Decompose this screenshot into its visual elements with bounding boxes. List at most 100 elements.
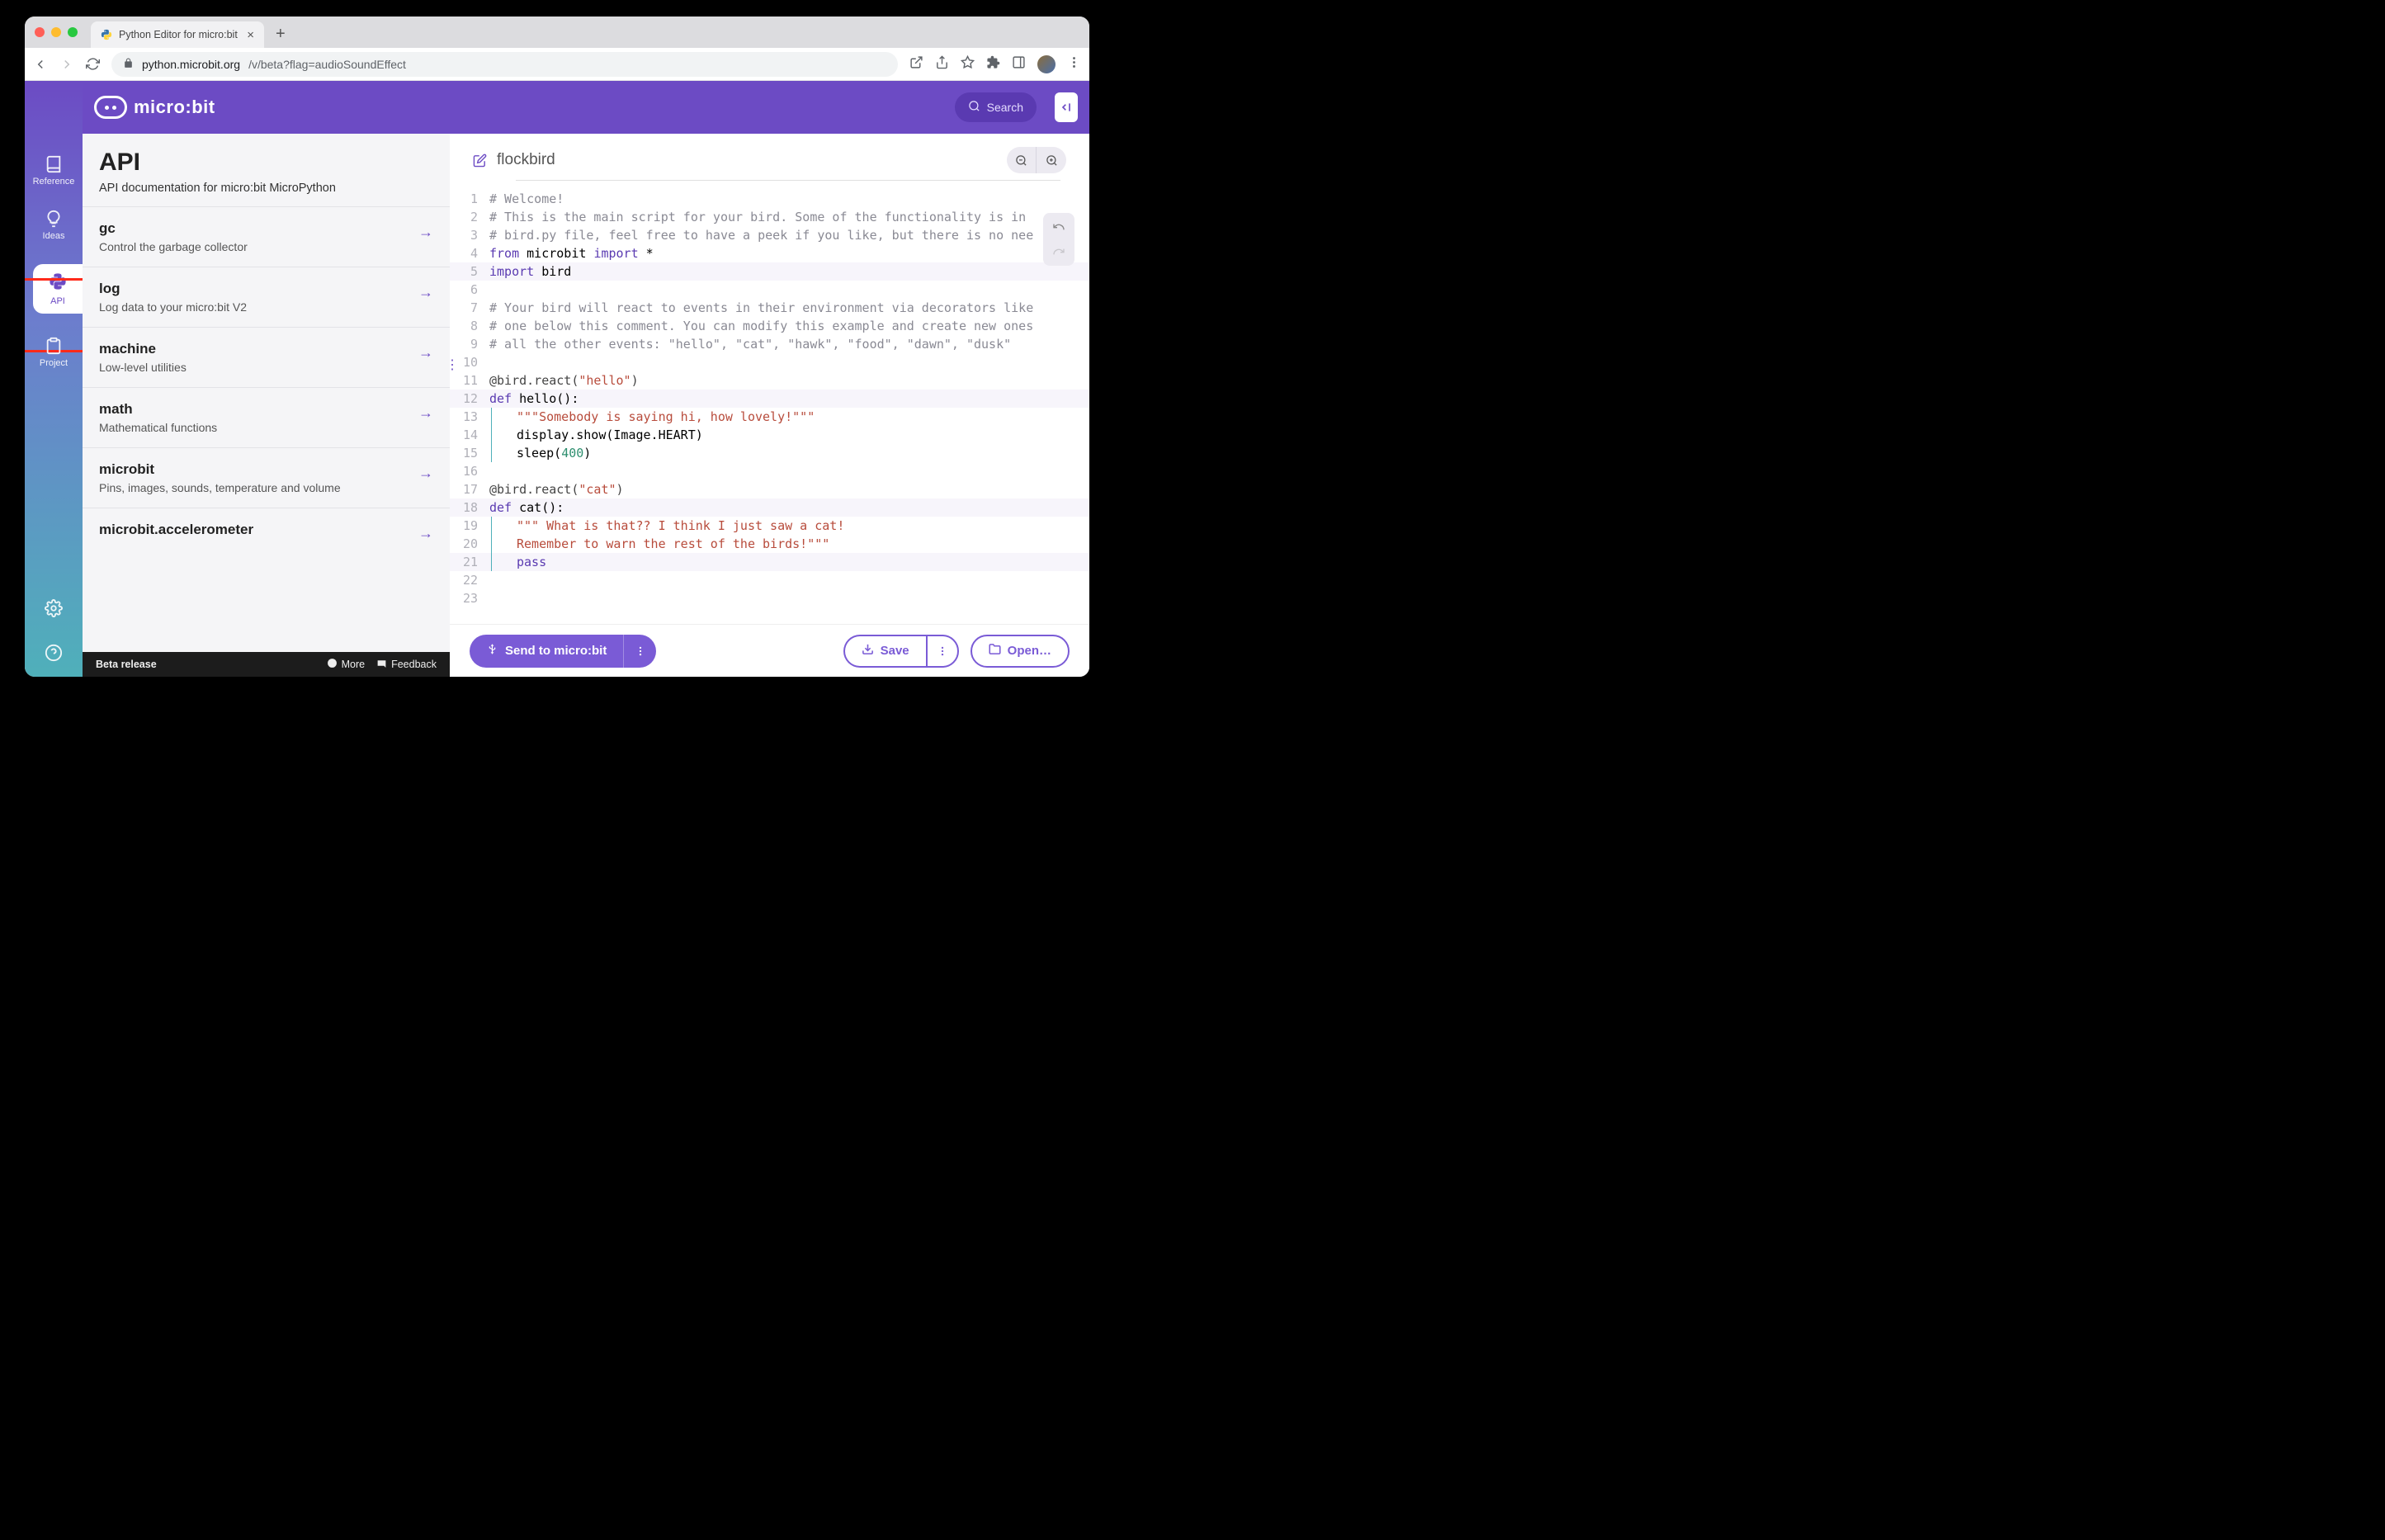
more-link[interactable]: More bbox=[327, 658, 365, 671]
rail-label: Project bbox=[40, 358, 68, 368]
api-item[interactable]: microbit.accelerometer→ bbox=[83, 508, 450, 551]
menu-icon[interactable] bbox=[1067, 55, 1081, 73]
code-line: 14display.show(Image.HEART) bbox=[450, 426, 1089, 444]
zoom-out-button[interactable] bbox=[1007, 147, 1037, 173]
address-bar[interactable]: python.microbit.org/v/beta?flag=audioSou… bbox=[111, 52, 898, 77]
code-line: 7# Your bird will react to events in the… bbox=[450, 299, 1089, 317]
edit-icon bbox=[473, 154, 487, 168]
arrow-right-icon: → bbox=[418, 284, 433, 301]
code-line: 6 bbox=[450, 281, 1089, 299]
open-external-icon[interactable] bbox=[909, 55, 923, 73]
api-item[interactable]: gcControl the garbage collector→ bbox=[83, 206, 450, 267]
open-button[interactable]: Open… bbox=[971, 635, 1070, 668]
api-item-name: log bbox=[99, 281, 433, 297]
bookmark-icon[interactable] bbox=[961, 55, 975, 73]
toolbar: python.microbit.org/v/beta?flag=audioSou… bbox=[25, 48, 1089, 81]
python-favicon-icon bbox=[101, 29, 112, 40]
project-name: flockbird bbox=[497, 151, 555, 169]
search-icon bbox=[968, 100, 980, 115]
panel-title: API bbox=[99, 149, 433, 177]
code-line: 8# one below this comment. You can modif… bbox=[450, 317, 1089, 335]
back-button[interactable] bbox=[33, 57, 48, 72]
code-line: 3# bird.py file, feel free to have a pee… bbox=[450, 226, 1089, 244]
code-line: 15sleep(400) bbox=[450, 444, 1089, 462]
rail-label: API bbox=[50, 296, 65, 306]
save-button-group: Save bbox=[843, 635, 959, 668]
redo-button[interactable] bbox=[1046, 241, 1071, 262]
sidebar-rail: Reference Ideas API Project bbox=[25, 81, 83, 677]
share-icon[interactable] bbox=[935, 55, 949, 73]
beta-bar: Beta release More Feedback bbox=[83, 652, 450, 677]
project-name-field[interactable]: flockbird bbox=[473, 151, 555, 169]
arrow-right-icon: → bbox=[418, 344, 433, 361]
send-button[interactable]: Send to micro:bit bbox=[470, 635, 623, 668]
usb-icon bbox=[486, 643, 498, 659]
forward-button[interactable] bbox=[59, 57, 74, 72]
api-item-name: microbit.accelerometer bbox=[99, 522, 433, 538]
bottom-bar: Send to micro:bit Save bbox=[450, 624, 1089, 677]
profile-avatar[interactable] bbox=[1037, 55, 1056, 73]
panel-subtitle: API documentation for micro:bit MicroPyt… bbox=[99, 182, 433, 195]
code-line: 4from microbit import * bbox=[450, 244, 1089, 262]
rail-item-api[interactable]: API bbox=[33, 264, 83, 314]
api-item[interactable]: microbitPins, images, sounds, temperatur… bbox=[83, 447, 450, 508]
zoom-in-button[interactable] bbox=[1037, 147, 1066, 173]
code-line: 23 bbox=[450, 589, 1089, 607]
api-item-name: gc bbox=[99, 220, 433, 237]
close-window-icon[interactable] bbox=[35, 27, 45, 37]
collapse-sidebar-button[interactable] bbox=[1055, 92, 1078, 122]
close-tab-icon[interactable]: × bbox=[247, 28, 254, 42]
info-icon bbox=[327, 658, 338, 671]
browser-window: Python Editor for micro:bit × + python.m… bbox=[25, 17, 1089, 677]
zoom-controls bbox=[1007, 147, 1066, 173]
app: micro:bit Search Reference Ideas bbox=[25, 81, 1089, 677]
send-menu-button[interactable] bbox=[623, 635, 656, 668]
code-line: 18def cat(): bbox=[450, 498, 1089, 517]
code-editor[interactable]: 1# Welcome!2# This is the main script fo… bbox=[450, 187, 1089, 624]
maximize-window-icon[interactable] bbox=[68, 27, 78, 37]
microbit-chip-icon bbox=[94, 96, 127, 119]
save-button[interactable]: Save bbox=[843, 635, 926, 668]
arrow-right-icon: → bbox=[418, 465, 433, 482]
minimize-window-icon[interactable] bbox=[51, 27, 61, 37]
rail-item-reference[interactable]: Reference bbox=[33, 155, 75, 187]
rail-label: Ideas bbox=[43, 231, 65, 241]
browser-tab[interactable]: Python Editor for micro:bit × bbox=[91, 21, 264, 48]
api-panel: API API documentation for micro:bit Micr… bbox=[83, 134, 450, 677]
code-line: 10 bbox=[450, 353, 1089, 371]
api-item-name: machine bbox=[99, 341, 433, 357]
code-line: 20Remember to warn the rest of the birds… bbox=[450, 535, 1089, 553]
save-menu-button[interactable] bbox=[926, 635, 959, 668]
code-line: 11@bird.react("hello") bbox=[450, 371, 1089, 390]
logo[interactable]: micro:bit bbox=[94, 96, 215, 119]
folder-icon bbox=[989, 643, 1001, 659]
panel-resize-handle[interactable]: ⋮ bbox=[446, 357, 459, 373]
search-button[interactable]: Search bbox=[955, 92, 1037, 122]
extensions-icon[interactable] bbox=[986, 55, 1000, 73]
reload-button[interactable] bbox=[86, 57, 100, 71]
brand-text: micro:bit bbox=[134, 97, 215, 118]
api-list: gcControl the garbage collector→logLog d… bbox=[83, 206, 450, 652]
api-item[interactable]: mathMathematical functions→ bbox=[83, 387, 450, 447]
code-line: 1# Welcome! bbox=[450, 190, 1089, 208]
send-button-group: Send to micro:bit bbox=[470, 635, 656, 668]
titlebar: Python Editor for micro:bit × + bbox=[25, 17, 1089, 48]
arrow-right-icon: → bbox=[418, 404, 433, 422]
rail-item-settings[interactable] bbox=[45, 599, 63, 617]
api-item[interactable]: machine Low-level utilities→ bbox=[83, 327, 450, 387]
api-item[interactable]: logLog data to your micro:bit V2→ bbox=[83, 267, 450, 327]
api-item-desc: Low-level utilities bbox=[99, 361, 433, 374]
code-line: 17@bird.react("cat") bbox=[450, 480, 1089, 498]
feedback-link[interactable]: Feedback bbox=[376, 658, 437, 671]
arrow-right-icon: → bbox=[418, 224, 433, 241]
code-line: 19""" What is that?? I think I just saw … bbox=[450, 517, 1089, 535]
undo-button[interactable] bbox=[1046, 216, 1071, 238]
editor: ⋮ flockbird 1# Welcome!2# This is the ma… bbox=[450, 134, 1089, 677]
rail-item-project[interactable]: Project bbox=[40, 337, 68, 368]
rail-item-ideas[interactable]: Ideas bbox=[43, 210, 65, 241]
rail-item-help[interactable] bbox=[45, 644, 63, 662]
side-panel-icon[interactable] bbox=[1012, 55, 1026, 73]
download-icon bbox=[862, 643, 874, 659]
code-line: 5import bird bbox=[450, 262, 1089, 281]
new-tab-button[interactable]: + bbox=[276, 25, 286, 44]
